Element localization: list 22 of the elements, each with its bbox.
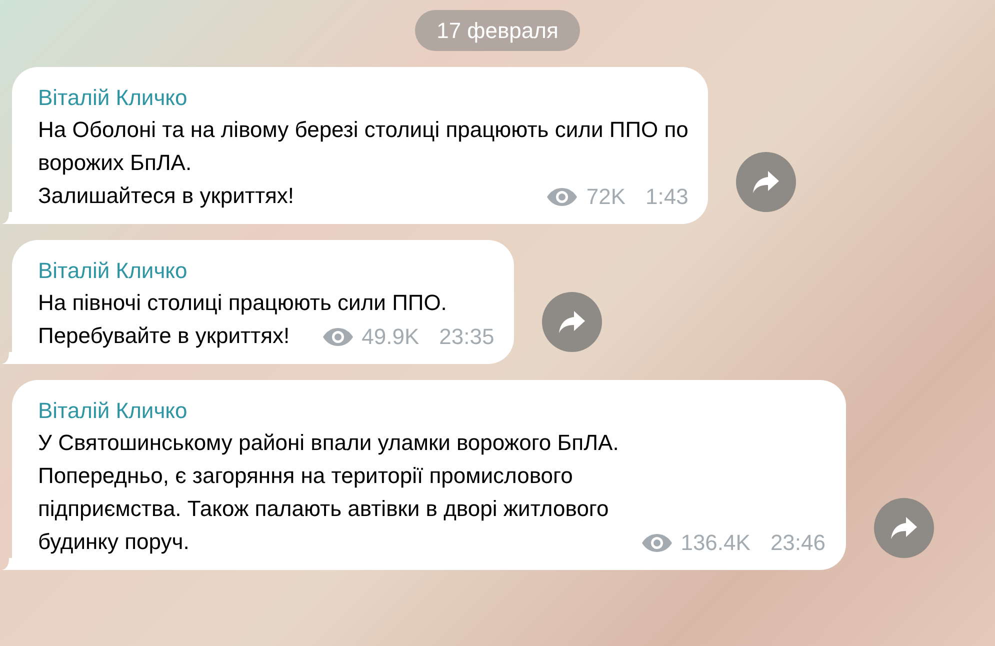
eye-icon bbox=[322, 327, 354, 347]
eye-icon bbox=[640, 533, 673, 553]
author-name[interactable]: Віталій Кличко bbox=[38, 83, 188, 113]
message-text: На півночі столиці працюють сили ППО. bbox=[38, 289, 448, 317]
message-text: Перебувайте в укриттях! bbox=[38, 322, 290, 350]
eye-icon bbox=[546, 187, 578, 207]
share-icon bbox=[890, 516, 918, 540]
author-name[interactable]: Віталій Кличко bbox=[38, 396, 188, 426]
view-count: 49.9K bbox=[362, 323, 420, 351]
share-icon bbox=[558, 310, 586, 334]
message-time: 23:35 bbox=[439, 323, 494, 351]
message-text: Залишайтеся в укриттях! bbox=[38, 182, 294, 210]
message-text: Попередньо, є загоряння на території промислового підприємства. Також палають автівки в дворі житлового будинку поруч. bbox=[38, 462, 609, 556]
author-name[interactable]: Віталій Кличко bbox=[38, 256, 188, 286]
message-time: 23:46 bbox=[770, 529, 826, 557]
message-text: У Святошинському районі впали уламки ворожого БпЛА. bbox=[38, 429, 620, 457]
view-count: 136.4K bbox=[680, 529, 750, 557]
share-icon bbox=[752, 170, 780, 194]
date-label: 17 февраля bbox=[414, 10, 580, 51]
message-time: 1:43 bbox=[646, 183, 688, 211]
message-text: На Оболоні та на лівому березі столиці працюють сили ППО по ворожих БпЛА. bbox=[38, 116, 688, 177]
view-count: 72K bbox=[586, 183, 626, 211]
